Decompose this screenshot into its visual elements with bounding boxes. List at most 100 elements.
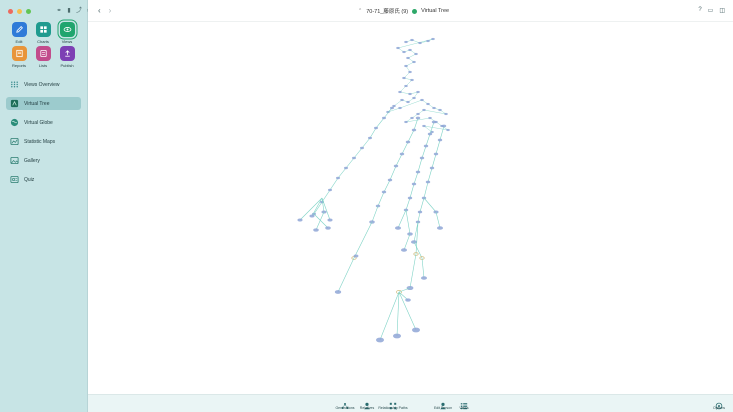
virtual-tree-canvas[interactable]: [88, 22, 733, 394]
person-node[interactable]: [431, 120, 437, 124]
person-node[interactable]: [415, 116, 421, 120]
person-node[interactable]: [412, 96, 416, 100]
tile-reports[interactable]: Reports: [9, 46, 29, 68]
virtual-tree-graph[interactable]: [88, 22, 733, 394]
tile-lists[interactable]: Lists: [33, 46, 53, 68]
person-node[interactable]: [360, 146, 364, 150]
person-node[interactable]: [382, 116, 386, 120]
person-node[interactable]: [352, 156, 356, 160]
person-node[interactable]: [428, 116, 432, 120]
help-icon[interactable]: ?: [698, 7, 701, 14]
relatives-button[interactable]: Relatives: [355, 397, 379, 410]
person-node[interactable]: [376, 337, 384, 343]
person-node[interactable]: [402, 50, 406, 54]
sidebar-item-statistic-maps[interactable]: Statistic Maps: [6, 135, 81, 148]
person-node[interactable]: [446, 128, 450, 132]
person-node[interactable]: [406, 100, 410, 104]
person-node[interactable]: [438, 108, 442, 112]
close-window-button[interactable]: [8, 9, 13, 14]
person-node[interactable]: [444, 112, 448, 116]
generations-button[interactable]: Generations: [333, 397, 357, 410]
tile-views[interactable]: Views: [57, 22, 77, 44]
person-node[interactable]: [416, 90, 420, 94]
person-node[interactable]: [401, 248, 407, 252]
person-node[interactable]: [437, 138, 443, 142]
person-node[interactable]: [396, 46, 400, 50]
person-node[interactable]: [410, 38, 414, 42]
person-node[interactable]: [399, 152, 405, 156]
person-node[interactable]: [313, 228, 319, 232]
person-node[interactable]: [420, 98, 424, 102]
sidebar-item-quiz[interactable]: Quiz: [6, 173, 81, 186]
tile-publish[interactable]: Publish: [57, 46, 77, 68]
tile-charts[interactable]: Charts: [33, 22, 53, 44]
person-node[interactable]: [404, 64, 408, 68]
person-node[interactable]: [297, 218, 303, 222]
share-icon[interactable]: ⤴: [76, 8, 82, 14]
person-node[interactable]: [411, 128, 417, 132]
person-node[interactable]: [387, 178, 393, 182]
views-button[interactable]: Views: [452, 397, 476, 410]
forward-arrow-icon[interactable]: ›: [109, 6, 112, 15]
person-node[interactable]: [393, 333, 401, 339]
person-node[interactable]: [408, 92, 412, 96]
person-node[interactable]: [392, 104, 396, 108]
options-button[interactable]: Options: [707, 397, 731, 410]
person-node[interactable]: [408, 48, 412, 52]
document-title[interactable]: 70-71_藤原氏 (9): [366, 7, 408, 15]
person-node[interactable]: [422, 124, 426, 128]
person-node[interactable]: [398, 90, 402, 94]
person-node[interactable]: [344, 166, 348, 170]
person-node[interactable]: [402, 76, 406, 80]
person-node[interactable]: [404, 84, 408, 88]
link-icon[interactable]: ⚭: [56, 8, 62, 14]
person-node[interactable]: [437, 226, 443, 230]
person-node[interactable]: [426, 102, 430, 106]
sidebar-item-gallery[interactable]: Gallery: [6, 154, 81, 167]
person-node[interactable]: [404, 120, 408, 124]
maximize-window-button[interactable]: [26, 9, 31, 14]
back-arrow-icon[interactable]: ‹: [98, 6, 101, 15]
person-node[interactable]: [404, 40, 408, 44]
person-node[interactable]: [417, 210, 423, 214]
person-node[interactable]: [408, 70, 412, 74]
person-node[interactable]: [429, 166, 435, 170]
person-node[interactable]: [405, 298, 411, 302]
person-node[interactable]: [405, 140, 411, 144]
person-node[interactable]: [381, 190, 387, 194]
person-node[interactable]: [426, 39, 430, 43]
window-layout-icon[interactable]: ▭: [708, 7, 714, 14]
person-node[interactable]: [336, 176, 340, 180]
person-node[interactable]: [325, 226, 331, 230]
person-node[interactable]: [427, 132, 433, 136]
person-node[interactable]: [422, 108, 426, 112]
person-node[interactable]: [393, 164, 399, 168]
person-node[interactable]: [406, 56, 410, 60]
person-node[interactable]: [412, 60, 416, 64]
person-node[interactable]: [418, 41, 422, 45]
person-node[interactable]: [328, 188, 332, 192]
person-node[interactable]: [410, 116, 414, 120]
chevron-up-down-icon[interactable]: ⌃: [358, 8, 362, 14]
person-node[interactable]: [390, 106, 394, 110]
person-node[interactable]: [411, 182, 417, 186]
sidebar-toggle-icon[interactable]: ◫: [719, 7, 725, 14]
relationship-paths-button[interactable]: Relationship Paths: [378, 397, 408, 410]
person-node[interactable]: [433, 152, 439, 156]
person-node[interactable]: [415, 170, 421, 174]
person-node[interactable]: [412, 327, 420, 333]
person-node[interactable]: [419, 156, 425, 160]
tile-edit[interactable]: Edit: [9, 22, 29, 44]
person-node[interactable]: [416, 112, 420, 116]
person-node[interactable]: [414, 52, 418, 56]
person-node[interactable]: [353, 254, 359, 258]
person-node[interactable]: [374, 126, 378, 130]
person-node[interactable]: [441, 124, 447, 128]
sidebar-item-virtual-tree[interactable]: Virtual Tree: [6, 97, 81, 110]
bookmark-icon[interactable]: ▮: [66, 8, 72, 14]
person-node[interactable]: [425, 180, 431, 184]
person-node[interactable]: [407, 196, 413, 200]
sidebar-item-views-overview[interactable]: Views Overview: [6, 78, 81, 91]
person-node[interactable]: [432, 106, 436, 110]
person-node[interactable]: [421, 276, 427, 280]
